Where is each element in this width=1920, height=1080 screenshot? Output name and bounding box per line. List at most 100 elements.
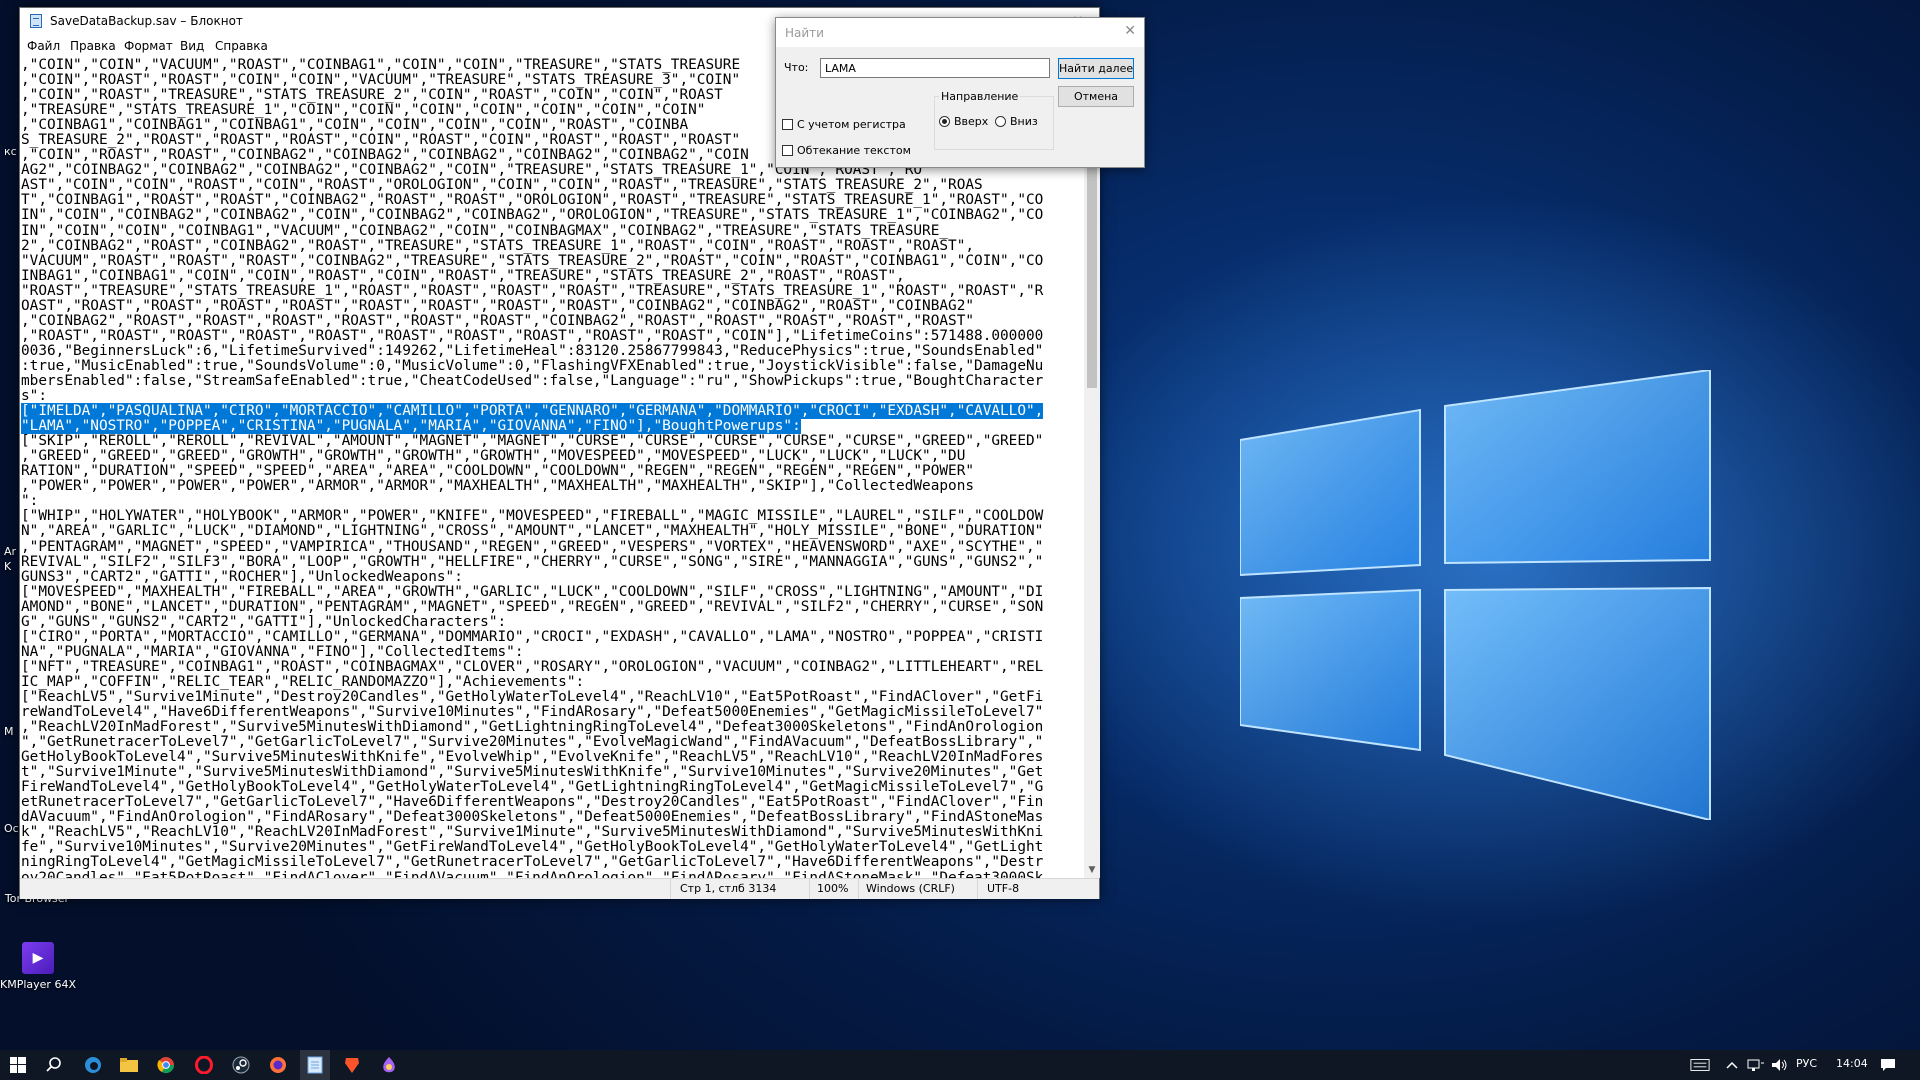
desktop-icon-label-partial: кс [4, 145, 17, 158]
text-line: oy20Candles","Eat5PotRoast","FindAClover… [21, 869, 1044, 878]
status-zoom: 100% [817, 882, 849, 895]
notepad-taskbar-button[interactable] [300, 1050, 330, 1080]
selected-text: ["IMELDA","PASQUALINA","CIRO","MORTACCIO… [21, 403, 1044, 420]
desktop-icon-label-partial: M [4, 725, 14, 738]
notification-center-icon[interactable] [1878, 1055, 1898, 1075]
status-encoding: UTF-8 [987, 882, 1020, 895]
status-divider [977, 879, 978, 899]
menu-edit[interactable]: Правка [70, 39, 116, 53]
text-line: FireWandToLevel4","GetHolyBookToLevel4",… [21, 779, 1044, 796]
text-line: REVIVAL","SILF2","SILF3","BORA","LOOP","… [21, 553, 1044, 570]
text-line: T","COINBAG1","ROAST","ROAST","COINBAG2"… [21, 192, 1044, 209]
text-line: GUNS3","CART2","GATTI","ROCHER"],"Unlock… [21, 568, 463, 585]
start-icon[interactable] [8, 1055, 28, 1075]
text-line: G","GUNS","GUNS2","CART2","GATTI"],"Unlo… [21, 613, 507, 630]
status-divider [670, 879, 671, 899]
text-line: ["NFT","TREASURE","COINBAG1","ROAST","CO… [21, 658, 1044, 675]
chrome-icon[interactable] [156, 1055, 176, 1075]
selected-text: "LAMA","NOSTRO","POPPEA","CRISTINA","PUG… [21, 418, 801, 435]
text-line: mbersEnabled":false,"StreamSafeEnabled":… [21, 372, 1044, 389]
status-bar: Стр 1, стлб 3134 100% Windows (CRLF) UTF… [20, 878, 1099, 899]
menu-format[interactable]: Формат [124, 39, 173, 53]
desktop-icon-kmplayer[interactable]: ▶ KMPlayer 64X [0, 942, 76, 991]
text-line: etRunetracerToLevel7","GetGarlicToLevel7… [21, 794, 1044, 811]
direction-down-radio[interactable] [995, 116, 1006, 127]
network-icon[interactable] [1746, 1055, 1766, 1075]
file-explorer-icon[interactable] [119, 1055, 139, 1075]
text-line: "ROAST","TREASURE","STATS_TREASURE_1","R… [21, 282, 1044, 299]
text-line: ": [21, 493, 39, 510]
text-line: ["IMELDA","PASQUALINA","CIRO","MORTACCIO… [21, 403, 1085, 420]
find-what-label: Что: [784, 61, 809, 74]
text-line: GetHolyBookToLevel4","Survive5MinutesWit… [21, 749, 1044, 766]
system-clock[interactable]: 14:04 [1836, 1057, 1868, 1070]
text-line: ,"ROAST","ROAST","ROAST","ROAST","ROAST"… [21, 327, 1044, 344]
chevron-up-icon[interactable] [1722, 1055, 1742, 1075]
steam-icon[interactable] [231, 1055, 251, 1075]
search-icon[interactable] [44, 1055, 64, 1075]
find-dialog-titlebar[interactable]: Найти ✕ [776, 18, 1144, 47]
desktop-icon-label: KMPlayer 64X [0, 978, 76, 991]
text-line: "LAMA","NOSTRO","POPPEA","CRISTINA","PUG… [21, 418, 1085, 435]
text-line: AST","COIN","COIN","ROAST","COIN","ROAST… [21, 177, 983, 194]
wrap-around-label[interactable]: Обтекание текстом [797, 144, 911, 157]
find-search-input[interactable] [820, 58, 1050, 78]
kmplayer-icon: ▶ [22, 942, 54, 974]
status-divider [809, 879, 810, 899]
firefox-icon[interactable] [268, 1055, 288, 1075]
taskbar: РУС 14:04 [0, 1050, 1920, 1080]
direction-down-label[interactable]: Вниз [1010, 115, 1038, 128]
keyboard-icon[interactable] [1690, 1055, 1710, 1075]
text-line: ,"PENTAGRAM","MAGNET","SPEED","VAMPIRICA… [21, 538, 1044, 555]
text-line: ,"ReachLV20InMadForest","Survive5Minutes… [21, 719, 1044, 736]
text-editor-area[interactable]: ,"COIN","COIN","VACUUM","ROAST","COINBAG… [20, 58, 1085, 878]
desktop-icon-label-partial: Oc [4, 822, 19, 835]
text-line: ningRingToLevel4","GetMagicMissileToLeve… [21, 854, 1044, 871]
direction-up-label[interactable]: Вверх [954, 115, 988, 128]
text-line: 2","COINBAG2","ROAST","COINBAG2","ROAST"… [21, 237, 975, 254]
text-line: OAST","ROAST","ROAST","ROAST","ROAST","R… [21, 297, 975, 314]
text-line: RATION","DURATION","SPEED","SPEED","AREA… [21, 463, 975, 480]
menu-help[interactable]: Справка [215, 39, 268, 53]
text-line: IN","COIN","COIN","COINBAG1","VACUUM","C… [21, 222, 949, 239]
text-line: IN","COIN","COINBAG2","COINBAG2","COIN",… [21, 207, 1044, 224]
desktop-icon-label-partial: Ar [4, 545, 17, 558]
vertical-scrollbar[interactable]: ▲ ▼ [1084, 58, 1100, 878]
text-line: AMOND","BONE","LANCET","DURATION","PENTA… [21, 598, 1044, 615]
text-line: ["WHIP","HOLYWATER","HOLYBOOK","ARMOR","… [21, 508, 1044, 525]
text-line: ,"GREED","GREED","GREED","GROWTH","GROWT… [21, 448, 966, 465]
menu-view[interactable]: Вид [180, 39, 204, 53]
notepad-icon [30, 14, 42, 28]
find-next-button[interactable]: Найти далее [1058, 58, 1134, 79]
scroll-down-icon[interactable]: ▼ [1084, 862, 1100, 878]
text-line: 0036,"BeginnersLuck":6,"LifetimeSurvived… [21, 342, 1044, 359]
match-case-label[interactable]: С учетом регистра [797, 118, 906, 131]
text-line: IC_MAP","COFFIN","RELIC_TEAR","RELIC_RAN… [21, 673, 585, 690]
text-line: k","ReachLV5","ReachLV10","ReachLV20InMa… [21, 824, 1044, 841]
edge-icon[interactable] [83, 1055, 103, 1075]
status-line-ending: Windows (CRLF) [866, 882, 955, 895]
brave-icon[interactable] [342, 1055, 362, 1075]
match-case-checkbox[interactable] [782, 119, 793, 130]
find-dialog[interactable]: Найти ✕ Что: Найти далее Отмена Направле… [775, 17, 1145, 168]
tor-icon[interactable] [379, 1055, 399, 1075]
direction-up-radio[interactable] [939, 116, 950, 127]
volume-icon[interactable] [1770, 1055, 1790, 1075]
notepad-icon [307, 1056, 323, 1074]
text-line: ["ReachLV5","Survive1Minute","Destroy20C… [21, 688, 1044, 705]
text-line: "VACUUM","ROAST","ROAST","ROAST","COINBA… [21, 252, 1044, 269]
text-line: s": [21, 388, 47, 405]
menu-file[interactable]: Файл [27, 39, 60, 53]
text-line: t","Survive1Minute","Survive5MinutesWith… [21, 764, 1044, 781]
text-line: ,"COINBAG2","ROAST","ROAST","ROAST","ROA… [21, 312, 975, 329]
wrap-around-checkbox[interactable] [782, 145, 793, 156]
direction-label: Направление [939, 90, 1021, 103]
opera-icon[interactable] [194, 1055, 214, 1075]
text-line: reWandToLevel4","Have6DifferentWeapons",… [21, 704, 1044, 721]
close-icon[interactable]: ✕ [1124, 23, 1136, 39]
input-language[interactable]: РУС [1796, 1057, 1817, 1070]
desktop-icon-label-partial: K [4, 560, 12, 573]
find-dialog-title: Найти [785, 26, 824, 40]
text-line: :true,"MusicEnabled":true,"SoundsVolume"… [21, 357, 1044, 374]
cancel-button[interactable]: Отмена [1058, 86, 1134, 107]
